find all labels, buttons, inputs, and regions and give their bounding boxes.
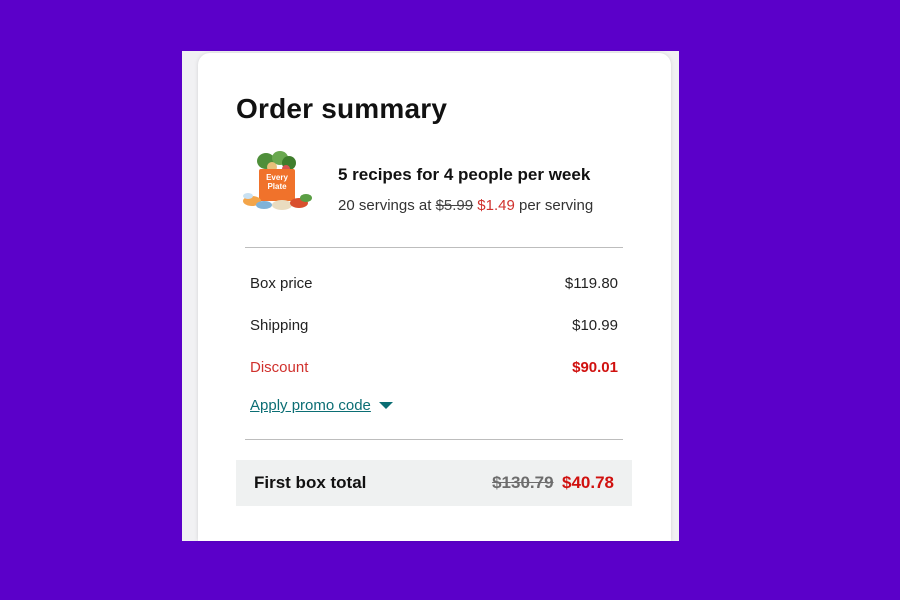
box-price-row: Box price $119.80	[250, 275, 618, 292]
box-label: Every Plate	[266, 173, 288, 191]
first-box-total-label: First box total	[254, 473, 367, 492]
plan-title: 5 recipes for 4 people per week	[338, 165, 591, 184]
shipping-row: Shipping $10.99	[250, 317, 618, 334]
first-box-total-prices: $130.79 $40.78	[492, 473, 614, 493]
plan-servings-prefix: 20 servings at	[338, 197, 432, 214]
divider-bottom	[245, 439, 623, 440]
summary-frame: Order summary Every Plate 5 recipes for …	[182, 51, 679, 541]
discount-label: Discount	[250, 359, 309, 376]
first-box-total: First box total $130.79 $40.78	[236, 460, 632, 506]
shipping-label: Shipping	[250, 317, 309, 334]
caret-down-icon[interactable]	[378, 402, 393, 409]
plan-servings: 20 servings at $5.99 $1.49 per serving	[338, 197, 593, 214]
page-title: Order summary	[236, 93, 448, 124]
total-new-price: $40.78	[562, 473, 614, 492]
new-price-per-serving: $1.49	[477, 197, 515, 214]
shipping-value: $10.99	[572, 317, 618, 334]
old-price-per-serving: $5.99	[435, 197, 474, 214]
total-old-price: $130.79	[492, 473, 554, 492]
plan-servings-suffix: per serving	[519, 197, 594, 214]
divider-top	[245, 247, 623, 248]
apply-promo-code-toggle[interactable]: Apply promo code	[250, 397, 393, 414]
apply-promo-code-link[interactable]: Apply promo code	[250, 397, 371, 414]
box-price-value: $119.80	[564, 275, 618, 292]
discount-value: $90.01	[572, 359, 618, 376]
order-summary-card: Order summary Every Plate 5 recipes for …	[198, 53, 671, 541]
everyplate-box-icon: Every Plate	[242, 151, 314, 213]
box-price-label: Box price	[250, 275, 313, 292]
discount-row: Discount $90.01	[250, 359, 618, 376]
